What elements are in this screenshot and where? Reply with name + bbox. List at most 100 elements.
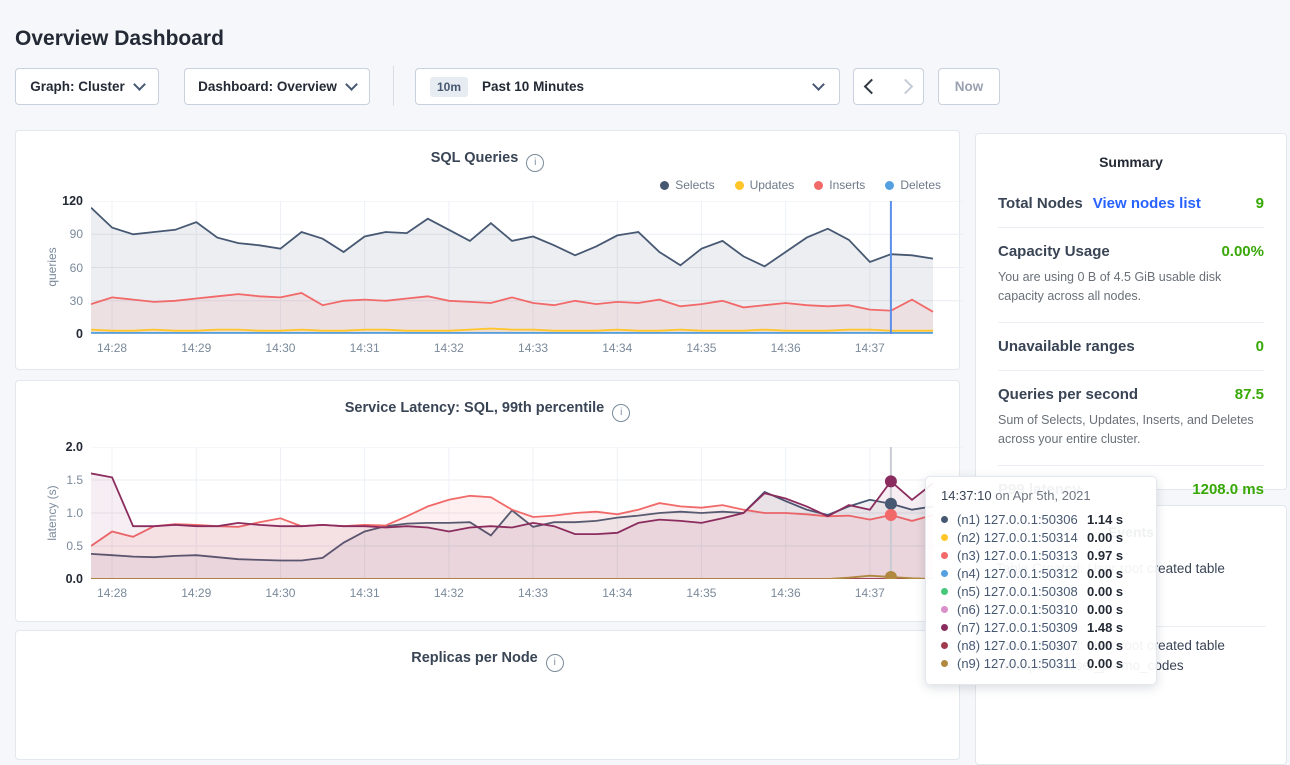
node-color-dot-icon: [941, 606, 948, 613]
y-axis-tick: 120: [43, 194, 83, 208]
info-icon[interactable]: i: [546, 654, 564, 672]
summary-row-description: Sum of Selects, Updates, Inserts, and De…: [998, 411, 1264, 450]
node-latency-value: 1.48 s: [1087, 620, 1123, 635]
info-icon[interactable]: i: [612, 404, 630, 422]
summary-row-value: 87.5: [1235, 386, 1264, 403]
x-axis-tick: 14:36: [762, 341, 810, 355]
node-latency-value: 0.97 s: [1087, 548, 1123, 563]
time-prev-button[interactable]: [853, 68, 889, 105]
y-axis-tick: 2.0: [43, 440, 83, 454]
view-nodes-list-link[interactable]: View nodes list: [1093, 195, 1201, 212]
x-axis-tick: 14:29: [172, 586, 220, 600]
service-latency-chart-card: Service Latency: SQL, 99th percentilei l…: [15, 380, 960, 622]
summary-row-value: 0: [1256, 338, 1264, 355]
legend-item[interactable]: Deletes: [885, 178, 941, 192]
node-color-dot-icon: [941, 570, 948, 577]
summary-title: Summary: [998, 154, 1264, 170]
tooltip-timestamp: 14:37:10 on Apr 5th, 2021: [941, 488, 1141, 503]
dashboard-dropdown[interactable]: Dashboard: Overview: [184, 68, 370, 105]
y-axis-tick: 30: [43, 294, 83, 308]
node-latency-value: 0.00 s: [1087, 584, 1123, 599]
tooltip-date: on Apr 5th, 2021: [995, 488, 1090, 503]
service-latency-plot[interactable]: [91, 447, 963, 579]
node-color-dot-icon: [941, 552, 948, 559]
y-axis-tick: 0: [43, 327, 83, 341]
chart-legend: Selects Updates Inserts Deletes: [660, 178, 941, 192]
chevron-down-icon: [133, 78, 146, 91]
legend-dot-icon: [814, 181, 823, 190]
node-address: (n5) 127.0.0.1:50308: [957, 584, 1087, 599]
x-axis-tick: 14:28: [88, 586, 136, 600]
sql-queries-plot[interactable]: [91, 201, 963, 334]
legend-label: Inserts: [829, 178, 865, 192]
y-axis-tick: 1.5: [43, 473, 83, 487]
info-icon[interactable]: i: [526, 154, 544, 172]
chart-title-text: Service Latency: SQL, 99th percentile: [345, 400, 605, 416]
node-latency-value: 0.00 s: [1087, 530, 1123, 545]
x-axis-tick: 14:35: [677, 586, 725, 600]
node-latency-value: 0.00 s: [1087, 602, 1123, 617]
node-latency-value: 1.14 s: [1087, 512, 1123, 527]
now-button[interactable]: Now: [938, 68, 1000, 105]
x-axis-tick: 14:33: [509, 341, 557, 355]
x-axis-tick: 14:37: [846, 586, 894, 600]
chart-title: Replicas per Node i: [16, 650, 959, 672]
time-range-dropdown[interactable]: 10m Past 10 Minutes: [415, 68, 840, 105]
node-color-dot-icon: [941, 534, 948, 541]
summary-row-label: Unavailable ranges: [998, 338, 1135, 355]
tooltip-node-row: (n5) 127.0.0.1:503080.00 s: [941, 582, 1141, 600]
node-latency-value: 0.00 s: [1087, 566, 1123, 581]
tooltip-time: 14:37:10: [941, 488, 992, 503]
node-address: (n1) 127.0.0.1:50306: [957, 512, 1087, 527]
x-axis-tick: 14:36: [762, 586, 810, 600]
x-axis-tick: 14:28: [88, 341, 136, 355]
now-button-label: Now: [955, 79, 984, 94]
chevron-right-icon: [898, 79, 914, 95]
summary-row-label: Total Nodes: [998, 195, 1083, 212]
tooltip-node-row: (n9) 127.0.0.1:503110.00 s: [941, 654, 1141, 672]
node-color-dot-icon: [941, 516, 948, 523]
node-address: (n2) 127.0.0.1:50314: [957, 530, 1087, 545]
summary-row-total-nodes: Total Nodes View nodes list 9: [998, 180, 1264, 228]
node-color-dot-icon: [941, 642, 948, 649]
time-next-button[interactable]: [888, 68, 924, 105]
tooltip-node-row: (n1) 127.0.0.1:503061.14 s: [941, 510, 1141, 528]
legend-label: Selects: [675, 178, 714, 192]
summary-row-value: 0.00%: [1221, 243, 1264, 260]
y-axis-tick: 90: [43, 227, 83, 241]
node-color-dot-icon: [941, 660, 948, 667]
node-address: (n4) 127.0.0.1:50312: [957, 566, 1087, 581]
chevron-down-icon: [345, 78, 358, 91]
x-axis-tick: 14:33: [509, 586, 557, 600]
x-axis-tick: 14:37: [846, 341, 894, 355]
summary-row-label: Capacity Usage: [998, 243, 1110, 260]
legend-dot-icon: [885, 181, 894, 190]
chevron-down-icon: [812, 78, 825, 91]
chart-title-text: Replicas per Node: [411, 650, 538, 666]
tooltip-node-row: (n2) 127.0.0.1:503140.00 s: [941, 528, 1141, 546]
time-range-badge: 10m: [430, 77, 468, 97]
tooltip-rows: (n1) 127.0.0.1:503061.14 s(n2) 127.0.0.1…: [941, 510, 1141, 672]
summary-row-label: Queries per second: [998, 386, 1138, 403]
graph-dropdown[interactable]: Graph: Cluster: [15, 68, 159, 105]
x-axis-tick: 14:32: [425, 586, 473, 600]
x-axis-tick: 14:35: [677, 341, 725, 355]
legend-dot-icon: [735, 181, 744, 190]
node-color-dot-icon: [941, 624, 948, 631]
toolbar-divider: [393, 66, 394, 106]
legend-item[interactable]: Updates: [735, 178, 795, 192]
legend-item[interactable]: Inserts: [814, 178, 865, 192]
legend-label: Updates: [750, 178, 795, 192]
summary-row-unavailable-ranges: Unavailable ranges 0: [998, 323, 1264, 371]
node-latency-value: 0.00 s: [1087, 638, 1123, 653]
node-color-dot-icon: [941, 588, 948, 595]
chart-title: Service Latency: SQL, 99th percentile i: [16, 400, 959, 422]
y-axis-tick: 60: [43, 261, 83, 275]
x-axis-tick: 14:31: [341, 341, 389, 355]
x-axis-tick: 14:34: [593, 341, 641, 355]
node-address: (n8) 127.0.0.1:50307: [957, 638, 1087, 653]
page-title: Overview Dashboard: [15, 27, 224, 51]
legend-item[interactable]: Selects: [660, 178, 714, 192]
node-address: (n3) 127.0.0.1:50313: [957, 548, 1087, 563]
tooltip-node-row: (n6) 127.0.0.1:503100.00 s: [941, 600, 1141, 618]
